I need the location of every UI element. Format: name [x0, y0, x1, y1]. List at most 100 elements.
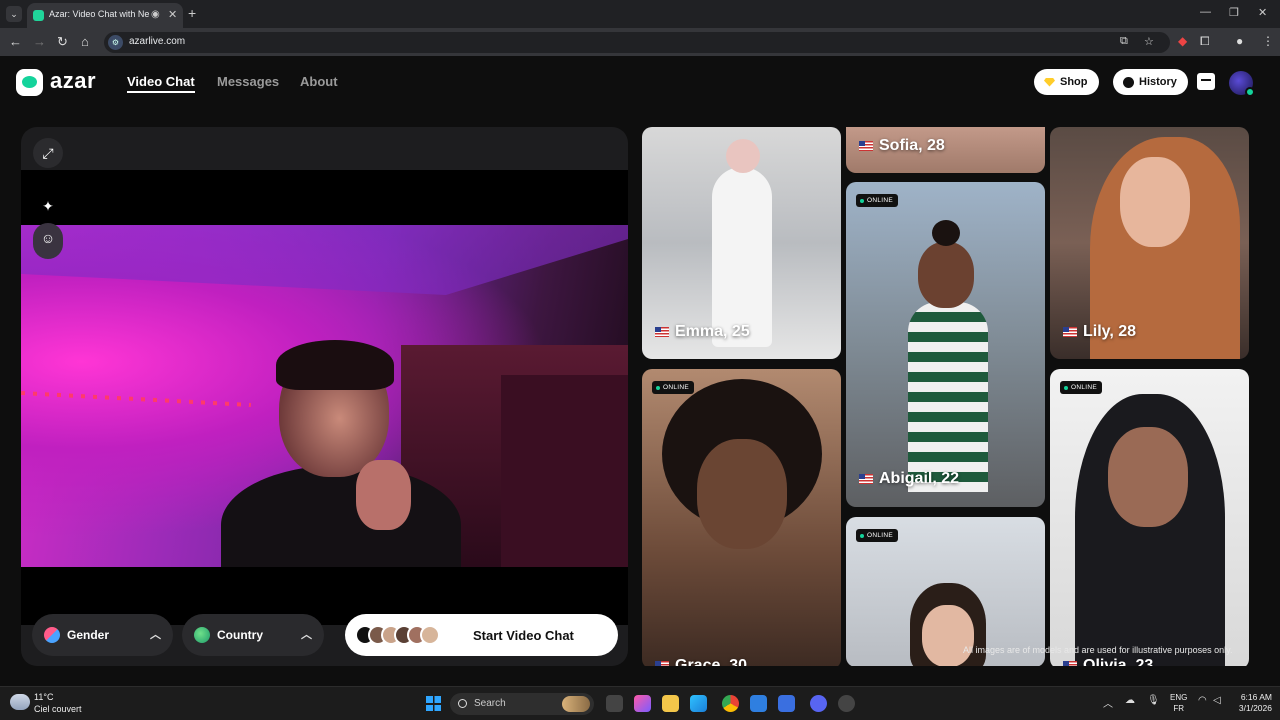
- cabinet: [501, 375, 628, 567]
- history-button[interactable]: History: [1113, 69, 1188, 95]
- illustrative-disclaimer: All images are of models and are used fo…: [963, 645, 1233, 655]
- user-avatar[interactable]: [1229, 71, 1255, 97]
- inbox-icon[interactable]: [1197, 73, 1215, 90]
- tab-close-button[interactable]: ✕: [168, 8, 177, 21]
- face-filter-icon[interactable]: ☺: [33, 223, 63, 259]
- url-text: azarlive.com: [129, 36, 186, 47]
- extension-icon[interactable]: ◆: [1178, 34, 1187, 48]
- us-flag-icon: [655, 661, 669, 666]
- profile-card[interactable]: Lily, 28: [1050, 127, 1249, 359]
- edge-icon[interactable]: [690, 695, 707, 712]
- extensions-puzzle-icon[interactable]: ⧠: [1200, 34, 1210, 49]
- model-gallery: Emma, 25 ONLINE Grace, 30 Sofia, 28 ONLI…: [642, 127, 1249, 666]
- install-app-icon[interactable]: ⧉: [1120, 35, 1128, 48]
- azar-logo-icon[interactable]: [16, 69, 43, 96]
- copilot-icon[interactable]: [634, 695, 651, 712]
- gender-label: Gender: [67, 628, 110, 642]
- clock-time: 6:16 AM: [1240, 692, 1272, 702]
- wifi-icon[interactable]: ◠: [1198, 695, 1207, 706]
- online-status-dot: [1245, 87, 1255, 97]
- home-icon[interactable]: ⌂: [81, 34, 89, 49]
- site-info-icon[interactable]: ⚙: [108, 35, 123, 50]
- profile-name: Emma, 25: [655, 323, 750, 341]
- tab-search-button[interactable]: ⌄: [6, 6, 22, 22]
- profile-card[interactable]: ONLINE Abigail, 22: [846, 182, 1045, 507]
- logo-text[interactable]: azar: [50, 68, 96, 94]
- profile-card[interactable]: ONLINE Grace, 30: [642, 369, 841, 666]
- search-icon: [458, 699, 467, 708]
- store-icon[interactable]: [778, 695, 795, 712]
- file-explorer-icon[interactable]: [662, 695, 679, 712]
- profile-card[interactable]: Sofia, 28: [846, 127, 1045, 173]
- address-bar[interactable]: ⚙ azarlive.com ⧉ ☆: [104, 32, 1170, 53]
- discord-icon[interactable]: [810, 695, 827, 712]
- onedrive-icon[interactable]: ☁: [1125, 695, 1135, 706]
- system-clock[interactable]: 6:16 AM 3/1/2026: [1230, 692, 1272, 714]
- start-video-chat-button[interactable]: Start Video Chat: [345, 614, 618, 656]
- country-label: Country: [217, 628, 263, 642]
- chrome-icon[interactable]: [722, 695, 739, 712]
- recording-icon: ◉: [151, 9, 160, 20]
- back-icon[interactable]: ←: [9, 34, 22, 49]
- profile-name: Sofia, 28: [859, 137, 945, 155]
- camera-preview: [21, 225, 628, 567]
- online-badge: ONLINE: [856, 194, 899, 207]
- figure-face: [1108, 427, 1188, 527]
- microphone-icon[interactable]: 🎙: [1147, 695, 1160, 706]
- globe-icon: [194, 627, 210, 643]
- volume-icon[interactable]: ◁: [1213, 695, 1221, 706]
- nav-video-chat[interactable]: Video Chat: [127, 74, 195, 93]
- shop-label: Shop: [1060, 76, 1088, 88]
- outlook-icon[interactable]: [750, 695, 767, 712]
- person-hair: [276, 340, 394, 390]
- shop-button[interactable]: Shop: [1034, 69, 1099, 95]
- gender-filter-button[interactable]: Gender ︿: [32, 614, 173, 656]
- online-badge: ONLINE: [1060, 381, 1103, 394]
- online-badge: ONLINE: [652, 381, 695, 394]
- chevron-up-icon: ︿: [301, 629, 312, 641]
- magic-wand-icon[interactable]: ✦: [33, 191, 63, 221]
- cloud-icon[interactable]: [10, 694, 30, 710]
- clock-icon: [1123, 76, 1134, 88]
- task-view-icon[interactable]: [606, 695, 623, 712]
- minimize-icon[interactable]: —: [1200, 6, 1211, 18]
- azar-page: azar Video Chat Messages About Shop Hist…: [0, 56, 1280, 686]
- taskbar-search[interactable]: Search: [450, 693, 594, 715]
- weather-condition[interactable]: Ciel couvert: [34, 704, 82, 714]
- figure-striped-top: [908, 302, 988, 492]
- country-filter-button[interactable]: Country ︿: [182, 614, 324, 656]
- window-close-icon[interactable]: ✕: [1258, 6, 1267, 19]
- reload-icon[interactable]: ↻: [57, 34, 68, 50]
- tray-overflow-icon[interactable]: ︿: [1103, 695, 1113, 710]
- nav-messages[interactable]: Messages: [217, 74, 279, 89]
- figure-head: [726, 139, 760, 173]
- avatar-thumb: [420, 625, 440, 645]
- us-flag-icon: [859, 141, 873, 151]
- lang-bottom: FR: [1173, 704, 1184, 713]
- clock-date: 3/1/2026: [1238, 703, 1272, 713]
- profile-name: Grace, 30: [655, 657, 747, 666]
- fullscreen-icon[interactable]: ⤢: [33, 138, 63, 168]
- browser-menu-icon[interactable]: ⋮: [1262, 34, 1274, 48]
- nav-about[interactable]: About: [300, 74, 338, 89]
- start-video-chat-label: Start Video Chat: [473, 628, 574, 643]
- forward-icon[interactable]: →: [33, 34, 46, 49]
- us-flag-icon: [655, 327, 669, 337]
- temperature[interactable]: 11°C: [34, 692, 53, 702]
- app-icon[interactable]: [838, 695, 855, 712]
- restore-icon[interactable]: ❐: [1229, 6, 1239, 19]
- input-language[interactable]: ENG FR: [1170, 692, 1187, 714]
- profile-name: Lily, 28: [1063, 323, 1136, 341]
- profile-icon[interactable]: ●: [1236, 34, 1243, 48]
- browser-tab-active[interactable]: Azar: Video Chat with New ◉ ✕: [27, 3, 183, 28]
- profile-card[interactable]: ONLINE: [846, 517, 1045, 666]
- new-tab-button[interactable]: +: [188, 5, 196, 21]
- bookmark-star-icon[interactable]: ☆: [1144, 35, 1154, 48]
- profile-card[interactable]: ONLINE Olivia, 23: [1050, 369, 1249, 666]
- figure-silhouette: [712, 167, 772, 347]
- profile-card[interactable]: Emma, 25: [642, 127, 841, 359]
- windows-start-icon[interactable]: [426, 696, 441, 711]
- browser-tab-bar: ⌄ Azar: Video Chat with New ◉ ✕ + — ❐ ✕: [0, 0, 1280, 28]
- search-placeholder: Search: [474, 698, 506, 709]
- online-badge: ONLINE: [856, 529, 899, 542]
